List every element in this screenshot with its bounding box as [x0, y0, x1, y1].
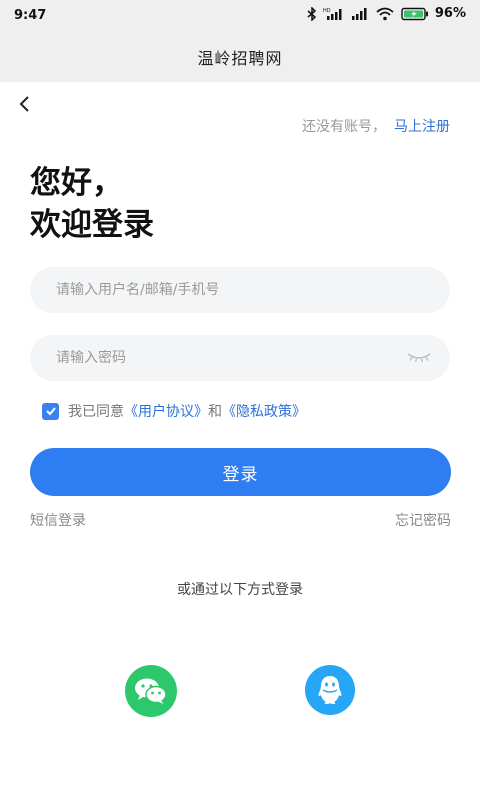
- agreement-and: 和: [208, 404, 222, 420]
- forgot-password-link[interactable]: 忘记密码: [395, 510, 451, 530]
- wechat-login-button[interactable]: [125, 665, 177, 717]
- register-hint: 还没有账号，: [302, 119, 386, 135]
- bluetooth-icon: [307, 6, 317, 21]
- qq-login-button[interactable]: [305, 665, 355, 715]
- username-field: [30, 267, 450, 313]
- signal-icon: [351, 7, 369, 21]
- login-button[interactable]: 登录: [30, 448, 451, 496]
- battery-percent: 96%: [434, 6, 466, 21]
- user-agreement-link[interactable]: 《用户协议》: [124, 401, 208, 421]
- agreement-row: 我已同意 《用户协议》 和 《隐私政策》: [42, 401, 306, 421]
- greeting-line-1: 您好，: [30, 165, 123, 201]
- greeting-line-2: 欢迎登录: [30, 207, 154, 243]
- register-link[interactable]: 马上注册: [394, 119, 450, 135]
- battery-icon: [401, 7, 429, 21]
- register-prompt: 还没有账号， 马上注册: [302, 116, 450, 136]
- status-time: 9:47: [14, 8, 47, 23]
- username-input[interactable]: [30, 282, 450, 298]
- checkmark-icon: [45, 407, 56, 416]
- sms-login-link[interactable]: 短信登录: [30, 510, 86, 530]
- login-screen: 9:47 HD 96% 温岭招聘网 还没有账号， 马上注册 您好， 欢迎登录 请…: [0, 0, 480, 800]
- agreement-checkbox[interactable]: [42, 402, 59, 420]
- back-button[interactable]: [10, 90, 38, 118]
- chevron-left-icon: [19, 96, 29, 112]
- password-field: [30, 335, 450, 381]
- hd-signal-icon: HD: [323, 7, 345, 21]
- greeting: 您好， 欢迎登录: [30, 162, 154, 246]
- wechat-icon: [135, 678, 167, 704]
- eye-closed-icon[interactable]: [406, 349, 432, 369]
- app-bar: 温岭招聘网: [0, 32, 480, 82]
- other-login-title: 或通过以下方式登录: [177, 582, 303, 598]
- agreement-prefix: 我已同意: [68, 404, 124, 420]
- status-icons: HD 96%: [307, 6, 466, 21]
- qq-icon: [318, 676, 342, 704]
- svg-text:HD: HD: [323, 8, 331, 14]
- status-bar: 9:47 HD 96%: [0, 0, 480, 32]
- page-title: 温岭招聘网: [197, 49, 283, 68]
- wifi-icon: [375, 7, 395, 21]
- password-input[interactable]: [30, 350, 450, 366]
- privacy-policy-link[interactable]: 《隐私政策》: [222, 401, 306, 421]
